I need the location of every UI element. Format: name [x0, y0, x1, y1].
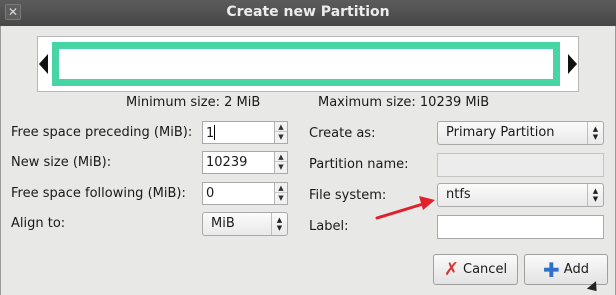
label-field-label: Label: — [309, 219, 349, 234]
cancel-x-icon: ✗ — [443, 258, 460, 280]
resize-left-handle-icon[interactable] — [39, 54, 48, 74]
label-input[interactable] — [437, 215, 604, 239]
free-space-following-label: Free space following (MiB): — [11, 186, 186, 201]
add-button-label: Add — [563, 262, 589, 277]
window-title: Create new Partition — [226, 4, 390, 20]
chevron-updown-icon: ▲ ▼ — [271, 213, 287, 235]
chevron-updown-icon: ▲ ▼ — [587, 122, 603, 144]
dialog-content: Minimum size: 2 MiB Maximum size: 10239 … — [0, 26, 616, 295]
spin-up-icon[interactable]: ▲ — [275, 122, 287, 132]
free-space-preceding-value[interactable]: 1 — [206, 125, 216, 141]
partition-name-label: Partition name: — [309, 157, 409, 172]
cancel-button-label: Cancel — [463, 262, 508, 277]
annotation-arrow-icon — [375, 196, 435, 220]
resize-right-handle-icon[interactable] — [568, 54, 577, 74]
partition-bar[interactable] — [52, 42, 560, 86]
file-system-value: ntfs — [446, 187, 471, 202]
minimum-size-label: Minimum size: 2 MiB — [126, 95, 261, 110]
title-bar: ✕ Create new Partition — [0, 0, 616, 26]
add-plus-icon: ✚ — [543, 257, 560, 282]
free-space-following-spinner[interactable]: 0 ▲ ▼ — [202, 182, 288, 205]
create-as-label: Create as: — [309, 126, 376, 141]
new-size-spinner[interactable]: 10239 ▲ ▼ — [202, 151, 288, 174]
free-space-preceding-spinner[interactable]: 1 ▲ ▼ — [202, 121, 288, 144]
spin-down-icon[interactable]: ▼ — [275, 193, 287, 203]
maximum-size-label: Maximum size: 10239 MiB — [318, 95, 490, 110]
cancel-button[interactable]: ✗ Cancel — [433, 254, 518, 285]
align-to-value: MiB — [211, 216, 235, 231]
file-system-combo[interactable]: ntfs ▲ ▼ — [437, 183, 604, 207]
spin-up-icon[interactable]: ▲ — [275, 152, 287, 162]
new-size-label: New size (MiB): — [11, 155, 112, 170]
new-size-value[interactable]: 10239 — [206, 155, 247, 170]
spin-down-icon[interactable]: ▼ — [275, 132, 287, 142]
free-space-preceding-label: Free space preceding (MiB): — [11, 125, 193, 140]
spin-down-icon[interactable]: ▼ — [275, 162, 287, 172]
partition-resizer[interactable] — [37, 36, 579, 92]
chevron-updown-icon: ▲ ▼ — [587, 184, 603, 206]
partition-name-input[interactable] — [437, 153, 604, 177]
spin-up-icon[interactable]: ▲ — [275, 183, 287, 193]
free-space-following-value[interactable]: 0 — [206, 186, 214, 201]
align-to-label: Align to: — [11, 216, 66, 231]
create-as-value: Primary Partition — [446, 125, 555, 140]
create-as-combo[interactable]: Primary Partition ▲ ▼ — [437, 121, 604, 145]
align-to-combo[interactable]: MiB ▲ ▼ — [202, 212, 288, 236]
